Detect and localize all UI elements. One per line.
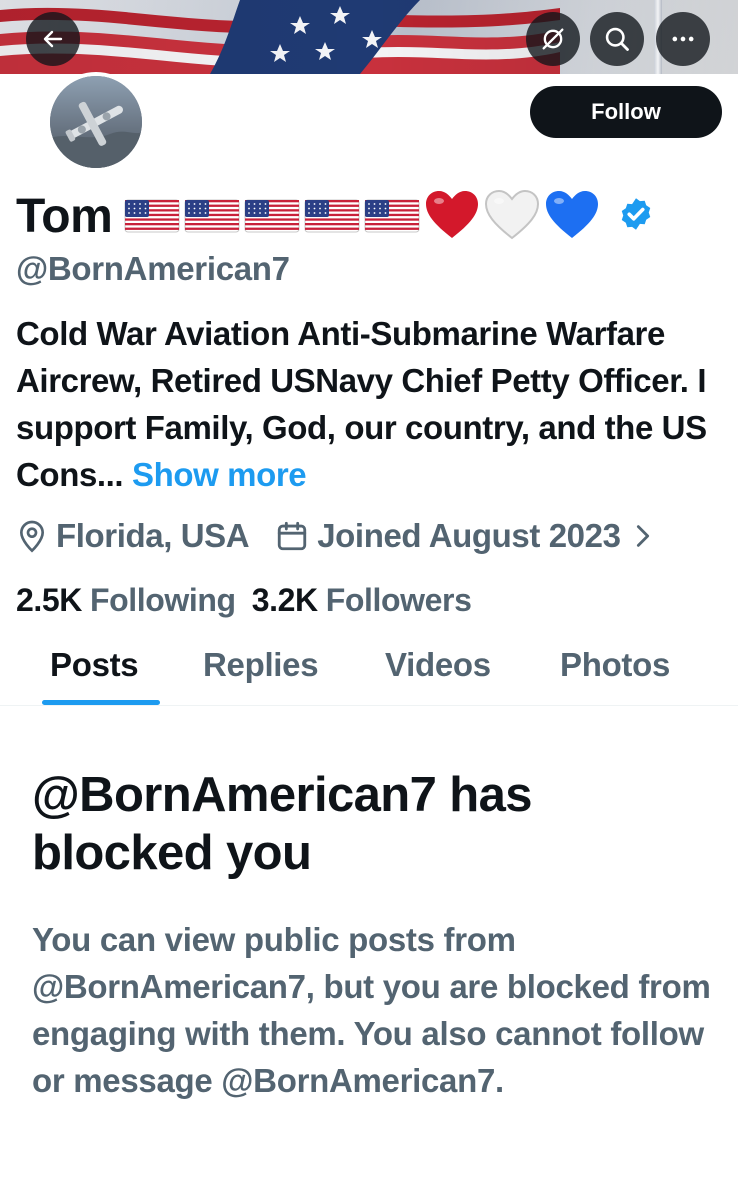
more-horizontal-icon <box>672 36 694 42</box>
display-name: Tom <box>16 189 113 243</box>
arrow-left-icon <box>43 30 63 48</box>
hide-button[interactable] <box>526 12 580 66</box>
bio-text: Cold War Aviation Anti-Submarine Warfare… <box>16 315 707 493</box>
us-flag-emoji <box>184 199 240 233</box>
heart-emoji <box>485 190 540 240</box>
back-button[interactable] <box>26 12 80 66</box>
verified-badge-icon[interactable] <box>618 196 654 237</box>
followers-label: Followers <box>325 581 472 618</box>
eye-slash-icon <box>542 28 564 50</box>
tab-replies[interactable]: Replies <box>203 646 319 684</box>
profile-meta-row: Florida, USA Joined August 2023 <box>16 512 661 560</box>
heart-emoji <box>426 191 479 238</box>
location-pin-icon <box>16 518 48 554</box>
following-label: Following <box>90 581 236 618</box>
profile-joined-date: Joined August 2023 <box>317 517 621 554</box>
following-count: 2.5K <box>16 581 82 618</box>
us-flag-emoji <box>244 199 300 233</box>
aircraft-avatar-image <box>50 76 142 168</box>
heart-emoji <box>546 191 599 238</box>
tab-posts[interactable]: Posts <box>50 646 139 684</box>
follow-button[interactable]: Follow <box>530 86 722 138</box>
followers-count: 3.2K <box>251 581 318 618</box>
show-more-link[interactable]: Show more <box>132 456 307 493</box>
followers-link[interactable]: 3.2K Followers <box>252 582 472 619</box>
blocked-description: You can view public posts from @BornAmer… <box>32 921 711 1099</box>
calendar-icon <box>275 519 309 553</box>
chevron-right-icon[interactable] <box>633 522 653 550</box>
us-flag-emoji <box>364 199 420 233</box>
blocked-title: @BornAmerican7 has blocked you <box>32 768 533 880</box>
following-link[interactable]: 2.5K Following <box>16 582 236 619</box>
search-icon <box>605 27 629 51</box>
name-emoji-list <box>124 190 600 242</box>
tab-photos[interactable]: Photos <box>560 646 670 684</box>
profile-name-row: Tom <box>16 184 654 248</box>
more-button[interactable] <box>656 12 710 66</box>
tab-videos[interactable]: Videos <box>385 646 491 684</box>
avatar[interactable] <box>46 72 146 172</box>
follow-counts: 2.5K Following 3.2K Followers <box>16 578 472 622</box>
us-flag-emoji <box>304 199 360 233</box>
profile-handle: @BornAmerican7 <box>16 250 290 287</box>
active-tab-indicator <box>42 700 160 705</box>
search-button[interactable] <box>590 12 644 66</box>
profile-bio: Cold War Aviation Anti-Submarine Warfare… <box>16 310 728 498</box>
profile-tabs: Posts Replies Videos Photos <box>0 640 738 706</box>
us-flag-emoji <box>124 199 180 233</box>
profile-location: Florida, USA <box>56 517 250 554</box>
